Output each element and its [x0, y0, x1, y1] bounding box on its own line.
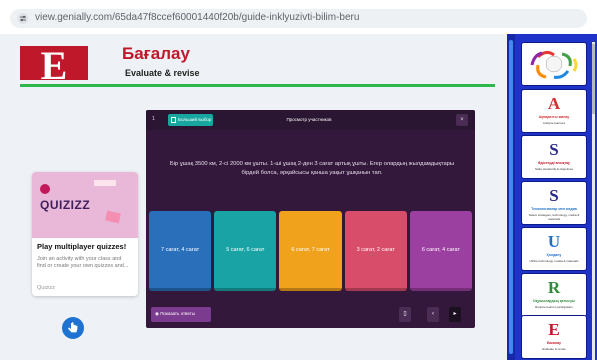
quizizz-link-card[interactable]: QUIZIZZ Play multiplayer quizzes! Join a…: [32, 172, 138, 296]
page-title: Бағалау: [122, 44, 190, 63]
view-participants-button[interactable]: Просмотр участников: [284, 114, 334, 126]
answer-option-1[interactable]: 7 сағат, 4 сағат: [149, 211, 212, 291]
decoration-bar: [94, 180, 116, 186]
thumbnail-caption: Қолдану: [546, 253, 562, 257]
thumbnail-letter: A: [547, 94, 561, 113]
question-text: Бір ұшақ 3500 км, 2-сі 2000 км ұшты. 1-ш…: [169, 161, 455, 176]
thumbnail-subcaption: Select strategies, technology, media & m…: [528, 213, 580, 221]
answer-label: 5 сағат, 6 сағат: [226, 246, 265, 253]
thumbnail-subcaption: Utilize technology, media & materials: [529, 259, 579, 263]
title-underline: [20, 84, 495, 87]
answer-options: 7 сағат, 4 сағат 5 сағат, 6 сағат 6 саға…: [149, 211, 473, 291]
thumbnail-select[interactable]: S Технологиялар мен медиа Select strateg…: [522, 182, 586, 224]
answer-label: 6 сағат, 7 сағат: [291, 246, 330, 253]
answer-label: 6 сағат, 4 сағат: [421, 246, 460, 253]
slide-canvas: E Бағалау Evaluate & revise QUIZIZZ Play…: [0, 34, 507, 360]
logo-letter: E: [40, 43, 68, 88]
thumbnail-evaluate[interactable]: E Бағалау Evaluate & revise: [522, 316, 586, 358]
interact-button[interactable]: [62, 317, 84, 339]
answer-option-4[interactable]: 3 сағат, 2 сағат: [344, 211, 407, 291]
quizizz-banner: QUIZIZZ: [32, 172, 138, 238]
answer-label: 7 сағат, 4 сағат: [161, 246, 200, 253]
page-subtitle: Evaluate & revise: [125, 68, 200, 78]
answer-option-2[interactable]: 5 сағат, 6 сағат: [214, 211, 277, 291]
decoration-dot: [40, 184, 50, 194]
thumbnail-letter: S: [549, 186, 559, 205]
question-number: 1: [152, 116, 156, 122]
hand-pointer-icon: [68, 322, 78, 333]
answer-label: 3 сағат, 2 сағат: [356, 246, 395, 253]
decoration-shape: [105, 210, 121, 224]
thumbnail-letter: U: [547, 232, 561, 251]
thumbnail-caption: Әдістерді анықтау: [538, 161, 570, 165]
more-options-label: Больший выбор: [178, 117, 212, 122]
thumbnail-overview[interactable]: [522, 43, 586, 85]
site-settings-icon[interactable]: [17, 13, 29, 24]
panel-accent: [509, 40, 513, 354]
card-source: Quizizz: [37, 285, 56, 291]
quizizz-logo: QUIZIZZ: [40, 198, 91, 212]
thumbnail-analyse[interactable]: A Ақпаратты жинау Analyse learners: [522, 90, 586, 132]
answer-option-3[interactable]: 6 сағат, 7 сағат: [279, 211, 342, 291]
thumbnail-caption: Оқушылардың қатысуы: [532, 299, 576, 303]
prev-arrow-icon[interactable]: ‹: [427, 307, 439, 322]
thumbnail-subcaption: Analyse learners: [542, 121, 566, 125]
thumbnail-caption: Ақпаратты жинау: [538, 115, 570, 119]
thumbnail-state[interactable]: S Әдістерді анықтау State standards & ob…: [522, 136, 586, 178]
thumbnail-letter: E: [548, 320, 560, 339]
address-bar[interactable]: view.genially.com/65da47f8ccef60001440f2…: [10, 9, 587, 28]
thumbnail-subcaption: Evaluate & revise: [542, 347, 566, 351]
thumbnail-letter: R: [547, 278, 561, 297]
card-title: Play multiplayer quizzes!: [37, 242, 127, 251]
browser-toolbar: view.genially.com/65da47f8ccef60001440f2…: [0, 0, 597, 34]
more-options-button[interactable]: Больший выбор: [168, 114, 213, 126]
thumbnail-subcaption: Require learner participation: [535, 305, 573, 309]
eserve-logo: E: [20, 43, 88, 88]
scrollbar-thumb[interactable]: [592, 44, 595, 114]
expand-icon: [171, 117, 176, 123]
show-answers-label: Показать ответы: [160, 311, 196, 316]
thumbnail-caption: Технологиялар мен медиа: [531, 207, 577, 211]
thumbnail-subcaption: State standards & objectives: [534, 167, 574, 171]
slide-thumbnail-panel: A Ақпаратты жинау Analyse learners S Әді…: [507, 34, 597, 360]
next-arrow-icon[interactable]: ▸: [449, 307, 461, 322]
quiz-embed: 1 Больший выбор Просмотр участников × Бі…: [146, 110, 475, 328]
thumbnail-letter: S: [549, 140, 559, 159]
info-button[interactable]: ▯: [399, 307, 411, 322]
thumbnail-utilize[interactable]: U Қолдану Utilize technology, media & ma…: [522, 228, 586, 270]
thumbnail-caption: Бағалау: [547, 341, 561, 345]
assure-diagram-thumbnail: [530, 50, 578, 79]
card-description: Join an activity with your class and fin…: [37, 256, 129, 269]
answer-option-5[interactable]: 6 сағат, 4 сағат: [409, 211, 473, 291]
url-text[interactable]: view.genially.com/65da47f8ccef60001440f2…: [35, 12, 359, 23]
show-answers-button[interactable]: ◉ Показать ответы: [151, 307, 211, 322]
close-icon[interactable]: ×: [456, 114, 468, 126]
quiz-toolbar: 1 Больший выбор Просмотр участников ×: [146, 110, 475, 130]
thumbnail-require[interactable]: R Оқушылардың қатысуы Require learner pa…: [522, 274, 586, 316]
